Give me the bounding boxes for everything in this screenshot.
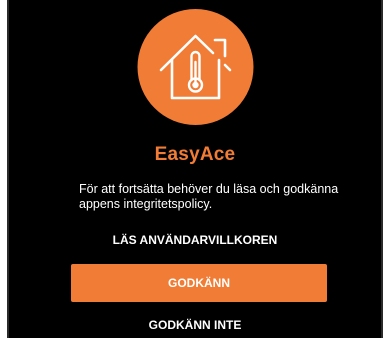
consent-screen: EasyAce För att fortsätta behöver du läs… bbox=[9, 0, 381, 338]
app-logo bbox=[137, 0, 254, 134]
house-thermometer-icon bbox=[137, 9, 254, 125]
accept-button[interactable]: GODKÄNN bbox=[71, 264, 327, 302]
app-name: EasyAce bbox=[154, 144, 236, 165]
frame-border-right bbox=[381, 0, 383, 338]
decline-button[interactable]: GODKÄNN INTE bbox=[9, 318, 381, 332]
read-terms-link[interactable]: LÄS ANVÄNDARVILLKOREN bbox=[9, 233, 381, 247]
consent-message: För att fortsätta behöver du läsa och go… bbox=[79, 182, 339, 211]
